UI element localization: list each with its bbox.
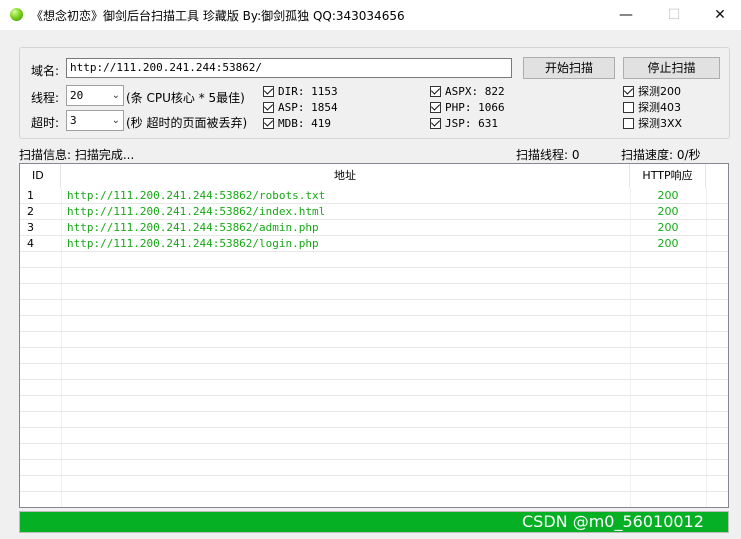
start-scan-button[interactable]: 开始扫描 (523, 57, 615, 79)
results-table[interactable]: ID 地址 HTTP响应 1 http://111.200.241.244:538… (19, 163, 729, 508)
empty-row (20, 476, 728, 492)
timeout-hint: (秒 超时的页面被丢弃) (126, 116, 248, 130)
threads-label: 线程: (31, 91, 60, 105)
empty-row (20, 284, 728, 300)
checkbox-checked-icon (263, 85, 274, 97)
dict-asp-checkbox[interactable]: ASP: 1854 (263, 100, 338, 116)
row-id: 3 (27, 221, 34, 234)
checkbox-checked-icon (263, 101, 274, 113)
row-url: http://111.200.241.244:53862/login.php (67, 237, 319, 250)
dict-jsp-checkbox[interactable]: JSP: 631 (430, 116, 498, 132)
title-bar[interactable]: 《想念初恋》御剑后台扫描工具 珍藏版 By:御剑孤独 QQ:343034656 … (0, 0, 741, 30)
scan-speed: 扫描速度: 0/秒 (621, 148, 701, 162)
stop-scan-button[interactable]: 停止扫描 (623, 57, 720, 79)
table-row[interactable]: 1 http://111.200.241.244:53862/robots.txt… (20, 188, 728, 204)
probe-200-label: 探测200 (638, 85, 681, 98)
table-header: ID 地址 HTTP响应 (20, 164, 728, 188)
chevron-down-icon: ⌄ (111, 115, 120, 126)
column-header-url[interactable]: 地址 (61, 164, 630, 188)
dict-php-checkbox[interactable]: PHP: 1066 (430, 100, 505, 116)
app-icon (10, 8, 23, 21)
empty-row (20, 348, 728, 364)
empty-row (20, 268, 728, 284)
probe-403-checkbox[interactable]: 探测403 (623, 100, 681, 116)
dict-mdb-label: MDB: 419 (278, 117, 331, 130)
dict-dir-label: DIR: 1153 (278, 85, 338, 98)
empty-row (20, 412, 728, 428)
empty-row (20, 364, 728, 380)
dict-aspx-checkbox[interactable]: ASPX: 822 (430, 84, 505, 100)
table-row[interactable]: 2 http://111.200.241.244:53862/index.html… (20, 204, 728, 220)
empty-row (20, 444, 728, 460)
empty-row (20, 380, 728, 396)
threads-value: 20 (70, 89, 84, 102)
table-body: 1 http://111.200.241.244:53862/robots.txt… (20, 188, 728, 492)
empty-row (20, 460, 728, 476)
timeout-label: 超时: (31, 116, 60, 130)
checkbox-checked-icon (430, 117, 441, 129)
probe-3xx-checkbox[interactable]: 探测3XX (623, 116, 682, 132)
checkbox-checked-icon (623, 85, 634, 97)
window-title: 《想念初恋》御剑后台扫描工具 珍藏版 By:御剑孤独 QQ:343034656 (31, 9, 405, 23)
row-url: http://111.200.241.244:53862/index.html (67, 205, 326, 218)
row-url: http://111.200.241.244:53862/robots.txt (67, 189, 326, 202)
empty-row (20, 316, 728, 332)
probe-200-checkbox[interactable]: 探测200 (623, 84, 681, 100)
row-http-code: 200 (657, 205, 679, 218)
row-id: 4 (27, 237, 34, 250)
empty-row (20, 252, 728, 268)
column-header-id[interactable]: ID (20, 164, 61, 188)
minimize-button[interactable]: — (603, 0, 649, 30)
timeout-value: 3 (70, 114, 77, 127)
dict-aspx-label: ASPX: 822 (445, 85, 505, 98)
dict-jsp-label: JSP: 631 (445, 117, 498, 130)
threads-select[interactable]: 20 ⌄ (66, 85, 124, 106)
row-id: 1 (27, 189, 34, 202)
empty-row (20, 396, 728, 412)
checkbox-unchecked-icon (623, 102, 634, 113)
checkbox-checked-icon (263, 117, 274, 129)
dict-dir-checkbox[interactable]: DIR: 1153 (263, 84, 338, 100)
row-http-code: 200 (657, 189, 679, 202)
domain-input[interactable]: http://111.200.241.244:53862/ (66, 58, 512, 78)
maximize-button[interactable]: ☐ (651, 0, 697, 30)
row-id: 2 (27, 205, 34, 218)
dict-mdb-checkbox[interactable]: MDB: 419 (263, 116, 331, 132)
table-row[interactable]: 4 http://111.200.241.244:53862/login.php 2… (20, 236, 728, 252)
row-http-code: 200 (657, 221, 679, 234)
settings-group: 域名: http://111.200.241.244:53862/ 开始扫描 停… (19, 47, 730, 139)
empty-row (20, 300, 728, 316)
probe-3xx-label: 探测3XX (638, 117, 683, 130)
empty-row (20, 428, 728, 444)
timeout-select[interactable]: 3 ⌄ (66, 110, 124, 131)
scan-info: 扫描信息: 扫描完成... (19, 148, 135, 162)
probe-403-label: 探测403 (638, 101, 681, 114)
scan-threads: 扫描线程: 0 (516, 148, 580, 162)
dict-asp-label: ASP: 1854 (278, 101, 338, 114)
column-header-http-code[interactable]: HTTP响应 (630, 164, 706, 188)
checkbox-unchecked-icon (623, 118, 634, 129)
empty-row (20, 332, 728, 348)
checkbox-checked-icon (430, 101, 441, 113)
watermark: CSDN @m0_56010012 (522, 512, 704, 531)
dict-php-label: PHP: 1066 (445, 101, 505, 114)
table-row[interactable]: 3 http://111.200.241.244:53862/admin.php 2… (20, 220, 728, 236)
chevron-down-icon: ⌄ (111, 90, 120, 101)
checkbox-checked-icon (430, 85, 441, 97)
client-area: 域名: http://111.200.241.244:53862/ 开始扫描 停… (0, 30, 741, 539)
row-http-code: 200 (657, 237, 679, 250)
close-button[interactable]: ✕ (697, 0, 741, 30)
row-url: http://111.200.241.244:53862/admin.php (67, 221, 319, 234)
threads-hint: (条 CPU核心 * 5最佳) (126, 91, 245, 105)
domain-label: 域名: (31, 64, 60, 78)
